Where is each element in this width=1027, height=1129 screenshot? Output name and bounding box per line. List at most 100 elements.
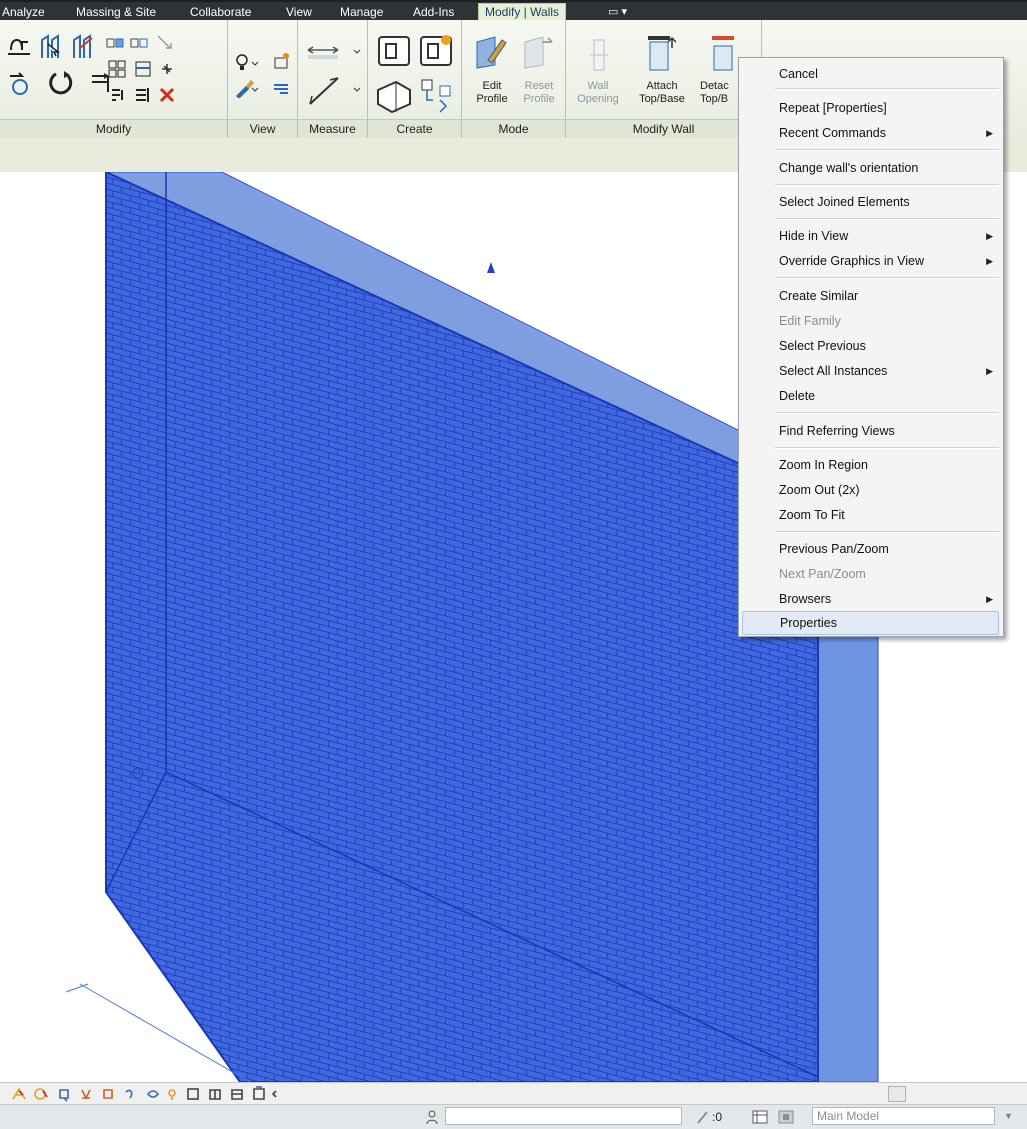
menu-item-label: Repeat [Properties]: [779, 101, 887, 115]
menu-item-zoom-in-region[interactable]: Zoom In Region: [739, 453, 1003, 477]
split-icon[interactable]: [8, 70, 34, 96]
menu-item-label: Find Referring Views: [779, 424, 895, 438]
tab-add-ins[interactable]: Add-Ins: [413, 4, 454, 20]
reset-profile-icon[interactable]: [522, 34, 556, 70]
menu-item-cancel[interactable]: Cancel: [739, 62, 1003, 86]
tab-modify-walls[interactable]: Modify | Walls: [478, 3, 567, 21]
menu-item-label: Select Joined Elements: [779, 195, 910, 209]
group-edit-icon[interactable]: [134, 60, 152, 78]
edit-profile-icon[interactable]: [474, 34, 508, 70]
tab-massing-site[interactable]: Massing & Site: [76, 4, 156, 20]
submenu-arrow-icon: ▶: [986, 256, 993, 266]
menu-item-delete[interactable]: Delete: [739, 384, 1003, 408]
create-assembly-icon[interactable]: [374, 78, 414, 114]
menu-item-select-all-instances[interactable]: Select All Instances ▶: [739, 359, 1003, 383]
attach-line2: Top/Base: [639, 93, 685, 105]
menu-item-label: Select All Instances: [779, 364, 888, 378]
extend-icon[interactable]: [134, 86, 152, 104]
pin-icon[interactable]: [158, 60, 176, 78]
edit-profile-line1: Edit: [482, 80, 502, 92]
override-icon[interactable]: [272, 52, 290, 70]
menu-item-change-wall-orientation[interactable]: Change wall's orientation: [739, 156, 1003, 180]
paint-brush-icon[interactable]: [234, 78, 260, 98]
panel-measure: Measure: [298, 20, 368, 138]
detach-icon[interactable]: [710, 34, 740, 72]
menu-item-label: Hide in View: [779, 229, 849, 243]
dimension-icon[interactable]: [304, 74, 362, 108]
menu-item-browsers[interactable]: Browsers ▶: [739, 587, 1003, 611]
main-model-combo[interactable]: Main Model: [812, 1107, 995, 1125]
flip-orientation-control[interactable]: [487, 262, 495, 273]
menu-item-recent-commands[interactable]: Recent Commands ▶: [739, 121, 1003, 145]
split-gap-icon[interactable]: [110, 86, 128, 104]
wall-opening-icon[interactable]: [588, 38, 610, 72]
menu-item-edit-family: Edit Family: [739, 309, 1003, 333]
create-component-icon[interactable]: [418, 78, 454, 114]
measure-distance-icon[interactable]: [304, 42, 362, 62]
menu-item-next-pan-zoom: Next Pan/Zoom: [739, 562, 1003, 586]
tab-collaborate[interactable]: Collaborate: [190, 4, 251, 20]
edit-profile-button[interactable]: Edit Profile: [472, 80, 512, 106]
menu-item-override-graphics[interactable]: Override Graphics in View ▶: [739, 249, 1003, 273]
design-options-icon[interactable]: [752, 1109, 768, 1125]
copy-icon[interactable]: [130, 34, 148, 52]
menu-item-label: Zoom Out (2x): [779, 483, 860, 497]
panel-create: Create: [368, 20, 462, 138]
menu-item-hide-in-view[interactable]: Hide in View ▶: [739, 224, 1003, 248]
view-controls-icons[interactable]: [10, 1086, 280, 1102]
exclude-options-icon[interactable]: [778, 1109, 794, 1125]
offset-icon[interactable]: [38, 34, 64, 60]
menu-item-label: Browsers: [779, 592, 832, 606]
scale-icon[interactable]: [156, 34, 174, 52]
menu-item-zoom-out[interactable]: Zoom Out (2x): [739, 478, 1003, 502]
panel-title-measure: Measure: [298, 119, 367, 138]
worksharing-icon[interactable]: [424, 1109, 440, 1125]
attach-icon[interactable]: [646, 34, 676, 72]
reset-profile-button[interactable]: Reset Profile: [518, 80, 560, 106]
menu-item-label: Change wall's orientation: [779, 161, 919, 175]
hide-bulb-icon[interactable]: [234, 52, 260, 72]
array-icon[interactable]: [108, 60, 126, 78]
editable-only-icon[interactable]: [696, 1109, 710, 1125]
menu-item-label: Cancel: [779, 67, 818, 81]
mirror-icon[interactable]: [70, 34, 96, 60]
menu-item-zoom-to-fit[interactable]: Zoom To Fit: [739, 503, 1003, 527]
menu-item-select-joined-elements[interactable]: Select Joined Elements: [739, 190, 1003, 214]
quick-access-dropdown[interactable]: ▭ ▾: [608, 5, 627, 19]
view-control-bar: [0, 1082, 1027, 1105]
status-workset-field[interactable]: [445, 1107, 682, 1125]
editable-count: :0: [712, 1110, 723, 1124]
panel-title-modify: Modify: [0, 119, 227, 138]
menu-item-previous-pan-zoom[interactable]: Previous Pan/Zoom: [739, 537, 1003, 561]
scroll-thumb[interactable]: [888, 1086, 906, 1102]
menu-item-label: Create Similar: [779, 289, 859, 303]
attach-top-base-button[interactable]: Attach Top/Base: [632, 80, 692, 106]
linework-icon[interactable]: [272, 80, 290, 98]
panel-title-mode: Mode: [462, 119, 565, 138]
reset-profile-line2: Profile: [523, 93, 555, 105]
menu-item-label: Override Graphics in View: [779, 254, 924, 268]
panel-modify: Modify: [0, 20, 228, 138]
menu-item-repeat-properties[interactable]: Repeat [Properties]: [739, 96, 1003, 120]
create-part-icon[interactable]: [376, 34, 412, 68]
wall-opening-button[interactable]: Wall Opening: [568, 80, 628, 106]
menu-item-label: Delete: [779, 389, 816, 403]
menu-item-label: Recent Commands: [779, 126, 886, 140]
tab-manage[interactable]: Manage: [340, 4, 383, 20]
submenu-arrow-icon: ▶: [986, 231, 993, 241]
menu-item-label: Edit Family: [779, 314, 841, 328]
menu-item-create-similar[interactable]: Create Similar: [739, 284, 1003, 308]
align-icon[interactable]: [6, 34, 32, 58]
tab-analyze[interactable]: Analyze: [2, 4, 45, 20]
menu-item-properties[interactable]: Properties: [742, 611, 999, 635]
move-icon[interactable]: [106, 34, 124, 52]
panel-title-create: Create: [368, 119, 461, 138]
create-group-icon[interactable]: [418, 34, 454, 68]
menu-item-select-previous[interactable]: Select Previous: [739, 334, 1003, 358]
rotate-icon[interactable]: [46, 68, 76, 98]
model-combo-arrow[interactable]: ▼: [1004, 1111, 1013, 1121]
tab-view[interactable]: View: [286, 4, 312, 20]
submenu-arrow-icon: ▶: [986, 366, 993, 376]
delete-icon[interactable]: [158, 86, 176, 104]
menu-item-find-referring-views[interactable]: Find Referring Views: [739, 419, 1003, 443]
